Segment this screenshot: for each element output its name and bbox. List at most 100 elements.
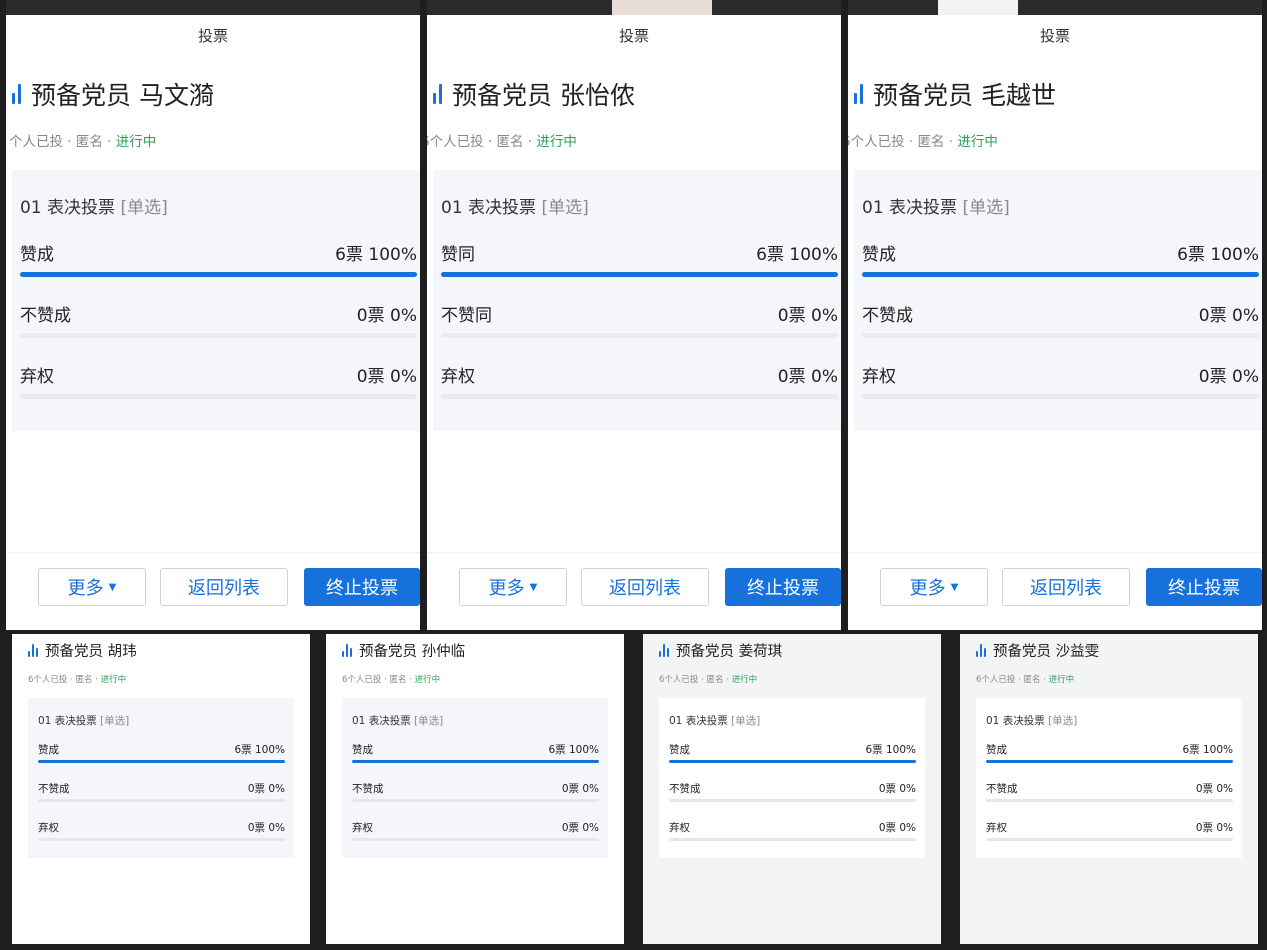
more-button[interactable]: 更多 ▼: [880, 568, 988, 606]
more-button[interactable]: 更多 ▼: [38, 568, 146, 606]
option-label: 赞成: [862, 245, 896, 265]
status-badge: 进行中: [100, 675, 127, 685]
option-value: 0票 0%: [1198, 367, 1259, 387]
candidate-name: 预备党员 张怡侬: [452, 81, 635, 110]
progress-track: [38, 838, 285, 841]
option-value: 6票 100%: [335, 245, 417, 265]
progress-track: [441, 272, 838, 277]
bar-chart-icon: [433, 84, 442, 104]
option-value: 6票 100%: [756, 245, 838, 265]
candidate-name: 预备党员 毛越世: [873, 81, 1056, 110]
question-text: 01 表决投票: [986, 715, 1045, 727]
vote-panel-7: 预备党员 沙益雯 6个人已投 · 匿名 · 进行中 01 表决投票 [单选] 赞…: [960, 634, 1258, 944]
status-badge: 进行中: [414, 675, 441, 685]
progress-fill: [986, 760, 1233, 763]
question-card: 01 表决投票 [单选] 赞成 6票 100% 不赞成 0票 0% 弃权 0票 0%: [28, 698, 294, 858]
bar-chart-icon: [976, 644, 986, 657]
stop-vote-button[interactable]: 终止投票: [725, 568, 841, 606]
option-label: 赞成: [669, 744, 690, 756]
bar-chart-icon: [12, 84, 21, 104]
meta-text: 6个人已投 · 匿名 ·: [976, 675, 1049, 685]
option-label: 不赞成: [862, 306, 913, 326]
option-label: 弃权: [352, 822, 373, 834]
bar-chart-icon: [854, 84, 863, 104]
candidate-name: 预备党员 姜荷琪: [676, 644, 783, 660]
progress-track: [669, 760, 916, 763]
option-label: 弃权: [38, 822, 59, 834]
progress-track: [352, 838, 599, 841]
vote-panel-5: 预备党员 孙仲临 6个人已投 · 匿名 · 进行中 01 表决投票 [单选] 赞…: [326, 634, 624, 944]
progress-fill: [441, 272, 838, 277]
question-card: 01 表决投票 [单选] 赞成 6票 100% 不赞成 0票 0% 弃权 0票 0%: [854, 170, 1262, 431]
progress-fill: [20, 272, 417, 277]
option-value: 0票 0%: [777, 367, 838, 387]
progress-track: [986, 799, 1233, 802]
back-to-list-button[interactable]: 返回列表: [1002, 568, 1130, 606]
status-badge: 进行中: [731, 675, 758, 685]
option-value: 0票 0%: [247, 822, 285, 834]
question-type: [单选]: [731, 715, 761, 727]
back-to-list-button[interactable]: 返回列表: [160, 568, 288, 606]
candidate-header: 预备党员 张怡侬: [433, 76, 635, 112]
option-value: 0票 0%: [1195, 822, 1233, 834]
option-value: 0票 0%: [1198, 306, 1259, 326]
progress-track: [986, 760, 1233, 763]
question-card: 01 表决投票 [单选] 赞成 6票 100% 不赞成 0票 0% 弃权 0票 0%: [342, 698, 608, 858]
top-strip: [848, 0, 1262, 15]
top-strip: [6, 0, 420, 15]
stop-vote-button[interactable]: 终止投票: [304, 568, 420, 606]
option-label: 赞成: [986, 744, 1007, 756]
question-card: 01 表决投票 [单选] 赞成 6票 100% 不赞成 0票 0% 弃权 0票 0%: [12, 170, 420, 431]
option-value: 0票 0%: [561, 783, 599, 795]
vote-meta: 6个人已投 · 匿名 · 进行中: [976, 673, 1074, 685]
caret-down-icon: ▼: [950, 581, 959, 593]
option-value: 0票 0%: [1195, 783, 1233, 795]
vote-meta: 6个人已投 · 匿名 · 进行中: [342, 673, 440, 685]
option-label: 赞成: [20, 245, 54, 265]
option-value: 6票 100%: [1182, 744, 1233, 756]
meta-text: 6个人已投 · 匿名 ·: [427, 134, 537, 150]
bar-chart-icon: [342, 644, 352, 657]
stop-vote-button[interactable]: 终止投票: [1146, 568, 1262, 606]
option-value: 6票 100%: [1177, 245, 1259, 265]
progress-track: [20, 394, 417, 399]
option-label: 赞同: [441, 245, 475, 265]
progress-track: [20, 272, 417, 277]
vote-panel-4: 预备党员 胡玮 6个人已投 · 匿名 · 进行中 01 表决投票 [单选] 赞成…: [12, 634, 310, 944]
back-to-list-button[interactable]: 返回列表: [581, 568, 709, 606]
status-badge: 进行中: [1048, 675, 1075, 685]
option-value: 0票 0%: [878, 822, 916, 834]
top-strip: [427, 0, 841, 15]
question-title: 01 表决投票 [单选]: [20, 193, 168, 218]
progress-track: [862, 272, 1259, 277]
option-value: 0票 0%: [356, 367, 417, 387]
option-label: 弃权: [669, 822, 690, 834]
question-title: 01 表决投票 [单选]: [352, 713, 443, 728]
option-label: 不赞成: [352, 783, 384, 795]
action-bar: 更多 ▼ 返回列表 终止投票: [848, 552, 1262, 623]
more-button[interactable]: 更多 ▼: [459, 568, 567, 606]
option-value: 0票 0%: [777, 306, 838, 326]
candidate-header: 预备党员 胡玮: [28, 640, 137, 661]
question-type: [单选]: [1048, 715, 1078, 727]
option-label: 不赞成: [669, 783, 701, 795]
option-label: 不赞同: [441, 306, 492, 326]
option-value: 6票 100%: [548, 744, 599, 756]
option-label: 弃权: [441, 367, 475, 387]
candidate-header: 预备党员 毛越世: [854, 76, 1056, 112]
progress-track: [352, 760, 599, 763]
question-type: [单选]: [962, 198, 1010, 218]
progress-fill: [862, 272, 1259, 277]
progress-track: [352, 799, 599, 802]
option-label: 弃权: [986, 822, 1007, 834]
meta-text: 6个人已投 · 匿名 ·: [659, 675, 732, 685]
progress-track: [862, 394, 1259, 399]
progress-track: [862, 333, 1259, 338]
action-bar: 更多 ▼ 返回列表 终止投票: [6, 552, 420, 623]
caret-down-icon: ▼: [529, 581, 538, 593]
candidate-header: 预备党员 姜荷琪: [659, 640, 782, 661]
vote-meta: 6个人已投 · 匿名 · 进行中: [427, 130, 577, 150]
progress-fill: [352, 760, 599, 763]
caret-down-icon: ▼: [108, 581, 117, 593]
option-value: 0票 0%: [878, 783, 916, 795]
